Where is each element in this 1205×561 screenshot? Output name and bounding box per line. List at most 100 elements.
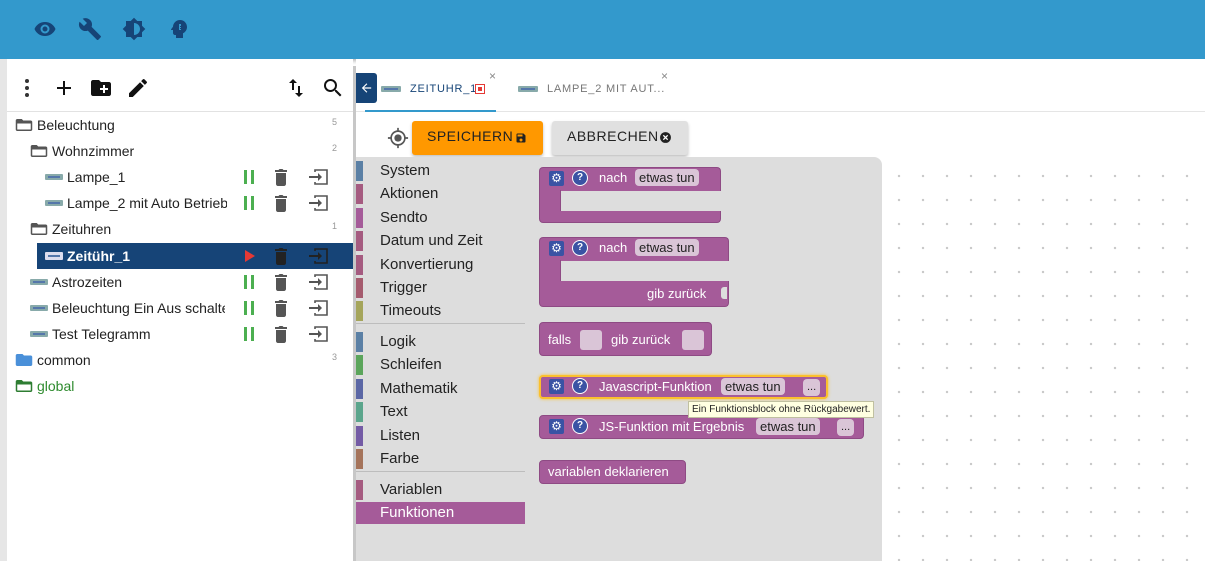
- block-label: Javascript-Funktion: [599, 379, 712, 394]
- delete-icon[interactable]: [271, 299, 291, 317]
- help-icon[interactable]: ?: [572, 418, 588, 434]
- toolbox-category-funktionen[interactable]: Funktionen: [356, 502, 525, 524]
- gear-icon[interactable]: ⚙: [549, 379, 564, 394]
- toolbox-category-listen[interactable]: Listen: [356, 425, 525, 447]
- toolbox-category-aktionen[interactable]: Aktionen: [356, 183, 525, 205]
- edit-icon[interactable]: [126, 76, 150, 100]
- gear-icon[interactable]: ⚙: [549, 241, 564, 256]
- help-icon[interactable]: ?: [572, 170, 588, 186]
- delete-icon[interactable]: [271, 168, 291, 186]
- tree-script-astrozeiten[interactable]: Astrozeiten: [7, 269, 353, 295]
- input-socket: [721, 287, 727, 299]
- block-field[interactable]: etwas tun: [721, 378, 785, 395]
- brightness-icon[interactable]: [122, 17, 146, 41]
- toolbox-category-text[interactable]: Text: [356, 401, 525, 423]
- toolbox-category-schleifen[interactable]: Schleifen: [356, 354, 525, 376]
- toolbox-category-timeouts[interactable]: Timeouts: [356, 300, 525, 322]
- block-arm: [539, 190, 561, 212]
- pause-icon[interactable]: [239, 194, 259, 212]
- item-count: 3: [331, 352, 337, 362]
- save-label: SPEICHERN: [427, 128, 514, 144]
- tree-folder-wohnzimmer[interactable]: Wohnzimmer 2: [7, 138, 353, 164]
- move-icon[interactable]: [307, 325, 329, 343]
- toolbox-category-mathematik[interactable]: Mathematik: [356, 378, 525, 400]
- head-icon[interactable]: [167, 17, 191, 41]
- tree-folder-beleuchtung[interactable]: Beleuchtung 5: [7, 112, 353, 138]
- tab-zeituhr-1[interactable]: ZEITUHR_1 ×: [365, 66, 496, 112]
- move-icon[interactable]: [307, 299, 329, 317]
- script-sidebar: Beleuchtung 5 Wohnzimmer 2 Lampe_1 Lampe…: [0, 59, 353, 561]
- unsaved-indicator: [475, 84, 485, 94]
- toolbox-category-trigger[interactable]: Trigger: [356, 277, 525, 299]
- more-vert-icon[interactable]: [15, 76, 39, 100]
- blockly-workspace[interactable]: ⚙ ? nach etwas tun ⚙ ? nach etwas tun gi…: [356, 157, 1205, 561]
- tab-bar: ZEITUHR_1 × LAMPE_2 MIT AUT... ×: [356, 66, 1205, 112]
- play-icon[interactable]: [239, 247, 259, 265]
- tree-label: Zeituhren: [52, 221, 112, 237]
- tree-script-test-telegramm[interactable]: Test Telegramm: [7, 321, 353, 347]
- add-icon[interactable]: [52, 76, 76, 100]
- delete-icon[interactable]: [271, 194, 291, 212]
- category-color: [356, 379, 363, 399]
- toolbox-category-sendto[interactable]: Sendto: [356, 207, 525, 229]
- block-field[interactable]: etwas tun: [756, 418, 820, 435]
- toolbox-category-system[interactable]: System: [356, 160, 525, 182]
- sort-icon[interactable]: [284, 76, 308, 100]
- eye-icon[interactable]: [33, 17, 57, 41]
- gear-icon[interactable]: ⚙: [549, 171, 564, 186]
- locate-icon[interactable]: [387, 127, 409, 149]
- delete-icon[interactable]: [271, 247, 291, 265]
- cancel-button[interactable]: ABBRECHEN: [552, 121, 688, 155]
- block-foot: [539, 211, 721, 223]
- save-button[interactable]: SPEICHERN: [412, 121, 543, 155]
- block-dots[interactable]: ...: [803, 379, 821, 396]
- move-icon[interactable]: [307, 194, 329, 212]
- tree-label: global: [37, 378, 75, 394]
- toolbox-separator: [356, 323, 525, 324]
- block-field[interactable]: etwas tun: [635, 239, 699, 256]
- tree-label: Beleuchtung Ein Aus schalter: [52, 300, 225, 316]
- tab-close-button[interactable]: ×: [661, 53, 668, 99]
- create-folder-icon[interactable]: [89, 76, 113, 100]
- tree-script-beleuchtung-ein-aus[interactable]: Beleuchtung Ein Aus schalter: [7, 295, 353, 321]
- tree-script-lampe-2[interactable]: Lampe_2 mit Auto Betrieb: [7, 190, 353, 216]
- toolbox-category-logik[interactable]: Logik: [356, 331, 525, 353]
- move-icon[interactable]: [307, 273, 329, 291]
- block-label: variablen deklarieren: [548, 464, 669, 479]
- block-dots[interactable]: ...: [837, 419, 855, 436]
- tree-script-lampe-1[interactable]: Lampe_1: [7, 164, 353, 190]
- toolbox-category-variablen[interactable]: Variablen: [356, 479, 525, 501]
- item-count: 5: [331, 117, 337, 127]
- tree-folder-global[interactable]: global: [7, 373, 353, 399]
- sidebar-toolbar: [7, 66, 353, 112]
- tree-folder-zeituhren[interactable]: Zeituhren 1: [7, 216, 353, 242]
- delete-icon[interactable]: [271, 325, 291, 343]
- pause-icon[interactable]: [239, 168, 259, 186]
- category-label: Text: [380, 403, 408, 420]
- toolbox-category-farbe[interactable]: Farbe: [356, 448, 525, 470]
- toolbox-category-konvertierung[interactable]: Konvertierung: [356, 254, 525, 276]
- folder-open-icon: [30, 223, 48, 235]
- pause-icon[interactable]: [239, 299, 259, 317]
- blockly-icon: [45, 174, 63, 180]
- category-color: [356, 278, 363, 298]
- help-icon[interactable]: ?: [572, 240, 588, 256]
- pause-icon[interactable]: [239, 325, 259, 343]
- wrench-icon[interactable]: [78, 17, 102, 41]
- pause-icon[interactable]: [239, 273, 259, 291]
- tab-close-button[interactable]: ×: [489, 53, 496, 99]
- tab-lampe-2[interactable]: LAMPE_2 MIT AUT... ×: [506, 66, 676, 112]
- procedure-block-with-return[interactable]: [539, 237, 729, 261]
- search-icon[interactable]: [321, 76, 345, 100]
- block-return-label: gib zurück: [611, 332, 671, 347]
- help-icon[interactable]: ?: [572, 378, 588, 394]
- move-icon[interactable]: [307, 168, 329, 186]
- toolbox-category-datum[interactable]: Datum und Zeit: [356, 230, 525, 252]
- block-field[interactable]: etwas tun: [635, 169, 699, 186]
- tree-script-zeituhr-1[interactable]: Zeitühr_1: [37, 243, 353, 269]
- delete-icon[interactable]: [271, 273, 291, 291]
- tree-folder-common[interactable]: common 3: [7, 347, 353, 373]
- category-color: [356, 449, 363, 469]
- gear-icon[interactable]: ⚙: [549, 419, 564, 434]
- move-icon[interactable]: [307, 247, 329, 265]
